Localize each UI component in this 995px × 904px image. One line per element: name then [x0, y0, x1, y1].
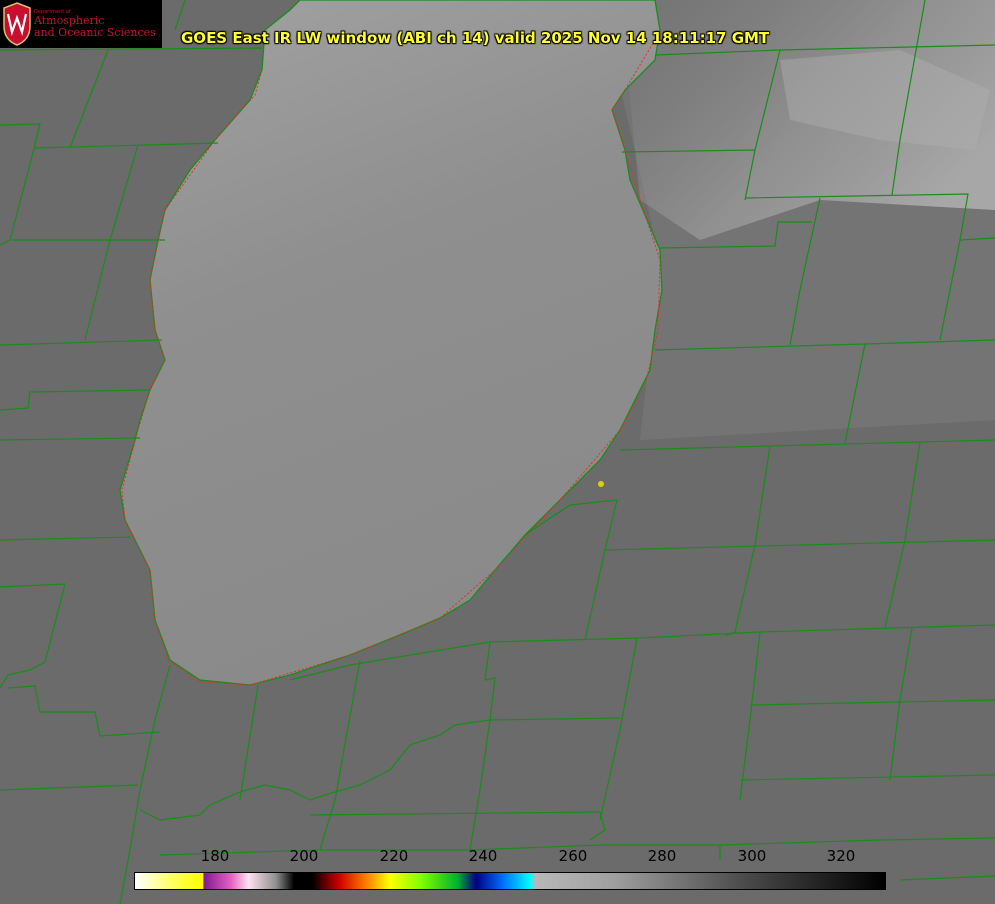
colorbar-tick-label: 200	[289, 847, 319, 865]
uw-crest-icon	[3, 2, 31, 46]
colorbar-tick-label: 300	[737, 847, 767, 865]
location-marker	[598, 481, 604, 487]
temperature-colorbar	[134, 872, 886, 890]
logo: Department of Atmospheric and Oceanic Sc…	[0, 0, 162, 48]
colorbar-tick-label: 220	[379, 847, 409, 865]
colorbar-tick-label: 240	[468, 847, 498, 865]
colorbar-tick-label: 180	[200, 847, 230, 865]
image-title: GOES East IR LW window (ABI ch 14) valid…	[181, 29, 770, 47]
logo-line-2: and Oceanic Sciences	[34, 26, 156, 39]
colorbar-tick-label: 280	[647, 847, 677, 865]
satellite-map	[0, 0, 995, 904]
colorbar-tick-label: 320	[826, 847, 856, 865]
colorbar-tick-label: 260	[558, 847, 588, 865]
